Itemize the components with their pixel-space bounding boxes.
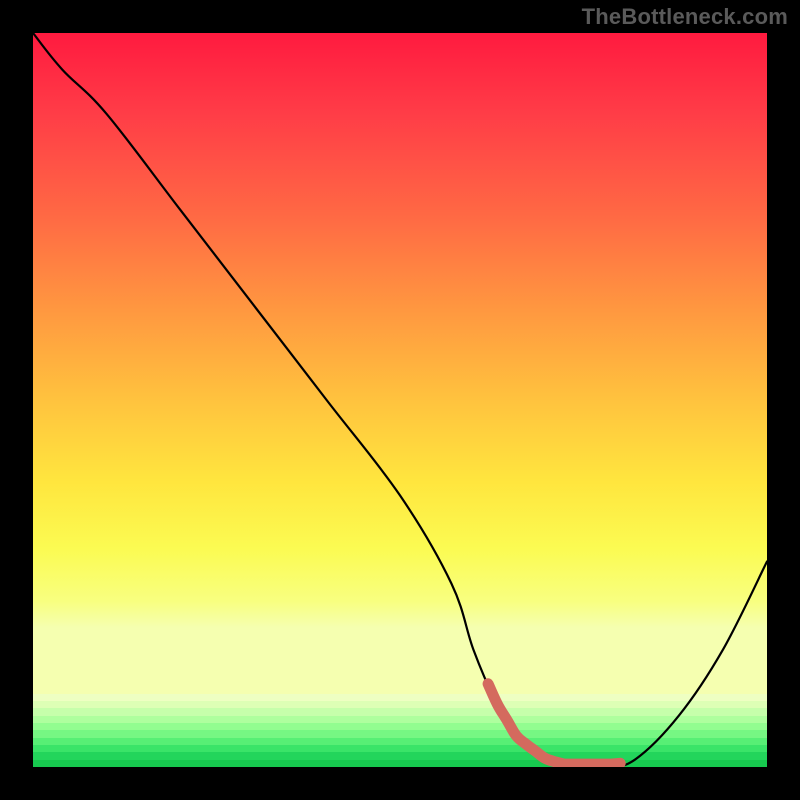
chart-frame: TheBottleneck.com bbox=[0, 0, 800, 800]
watermark-text: TheBottleneck.com bbox=[582, 4, 788, 30]
bottleneck-curve bbox=[33, 33, 767, 767]
curve-layer bbox=[33, 33, 767, 767]
plot-area bbox=[33, 33, 767, 767]
highlight-band bbox=[488, 684, 620, 764]
